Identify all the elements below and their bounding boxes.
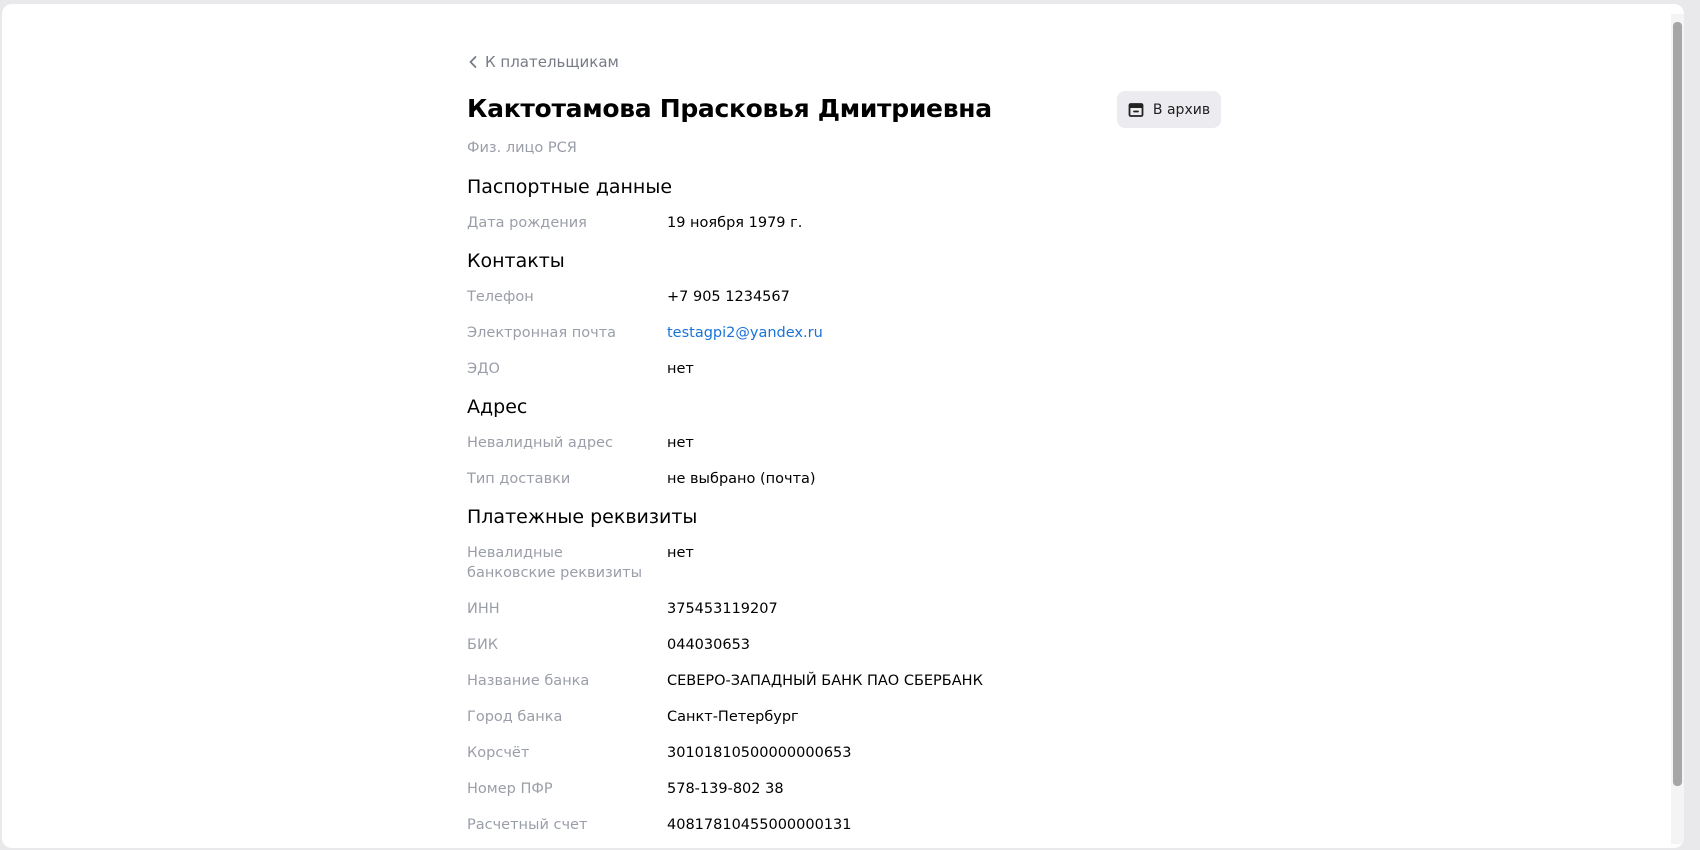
bank-name-label: Название банка xyxy=(467,673,590,689)
bik-value: 044030653 xyxy=(667,637,751,653)
pfr-label: Номер ПФР xyxy=(467,781,553,797)
archive-button[interactable]: В архив xyxy=(1117,91,1221,128)
scrollbar-thumb[interactable] xyxy=(1673,22,1682,786)
page-title: Кактотамова Прасковья Дмитриевна xyxy=(467,94,992,123)
birth-date-label: Дата рождения xyxy=(467,215,587,231)
corr-account-value: 30101810500000000653 xyxy=(667,745,852,761)
invalid-address-value: нет xyxy=(667,435,694,451)
bank-city-label: Город банка xyxy=(467,709,563,725)
phone-value: +7 905 1234567 xyxy=(667,289,790,305)
bank-city-value: Санкт-Петербург xyxy=(667,709,799,725)
invalid-bank-value: нет xyxy=(667,545,694,561)
invalid-address-label: Невалидный адрес xyxy=(467,435,613,451)
archive-icon xyxy=(1128,102,1144,117)
account-label: Расчетный счет xyxy=(467,817,588,833)
section-title-payment: Платежные реквизиты xyxy=(467,506,698,528)
birth-date-value: 19 ноября 1979 г. xyxy=(667,215,803,231)
payer-type: Физ. лицо РСЯ xyxy=(467,140,577,156)
inn-label: ИНН xyxy=(467,601,500,617)
chevron-left-icon xyxy=(469,56,477,68)
back-link-label: К плательщикам xyxy=(485,53,619,71)
inn-value: 375453119207 xyxy=(667,601,778,617)
corr-account-label: Корсчёт xyxy=(467,745,530,761)
edo-label: ЭДО xyxy=(467,361,500,377)
invalid-bank-label: Невалидные банковские реквизиты xyxy=(467,545,643,581)
bank-name-value: СЕВЕРО-ЗАПАДНЫЙ БАНК ПАО СБЕРБАНК xyxy=(667,673,983,689)
section-title-contacts: Контакты xyxy=(467,250,565,272)
phone-label: Телефон xyxy=(467,289,534,305)
account-value: 40817810455000000131 xyxy=(667,817,852,833)
edo-value: нет xyxy=(667,361,694,377)
app-window: К плательщикам Кактотамова Прасковья Дми… xyxy=(2,4,1684,848)
email-link[interactable]: testagpi2@yandex.ru xyxy=(667,323,823,343)
delivery-type-label: Тип доставки xyxy=(467,471,571,487)
pfr-value: 578-139-802 38 xyxy=(667,781,784,797)
section-title-passport: Паспортные данные xyxy=(467,176,673,198)
back-to-payers-link[interactable]: К плательщикам xyxy=(467,50,619,74)
delivery-type-value: не выбрано (почта) xyxy=(667,471,816,487)
archive-button-label: В архив xyxy=(1152,101,1211,118)
bik-label: БИК xyxy=(467,637,499,653)
section-title-address: Адрес xyxy=(467,396,528,418)
email-label: Электронная почта xyxy=(467,325,617,341)
scrollbar[interactable] xyxy=(1671,14,1684,844)
